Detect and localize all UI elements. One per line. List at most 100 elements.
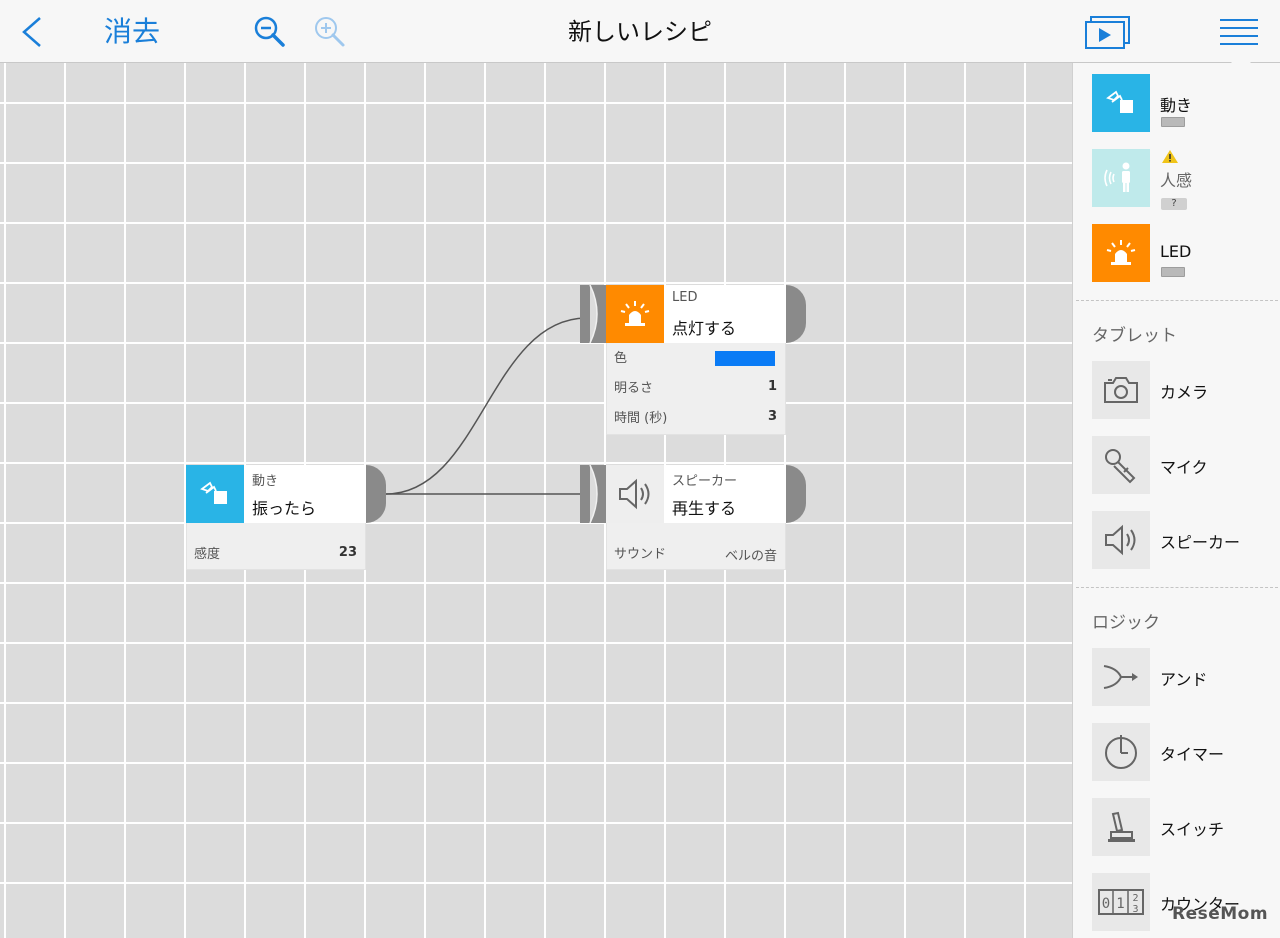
param-value: 23 bbox=[338, 545, 357, 560]
section-divider bbox=[1076, 300, 1278, 301]
param-row[interactable]: 感度 23 bbox=[187, 539, 365, 565]
warning-icon bbox=[1162, 150, 1178, 163]
input-port[interactable] bbox=[580, 285, 606, 343]
led-node-icon-box bbox=[606, 285, 664, 343]
item-label: カメラ bbox=[1160, 383, 1209, 402]
status-badge: ? bbox=[1161, 198, 1187, 210]
node-action: 再生する bbox=[672, 499, 737, 518]
param-label: 明るさ bbox=[614, 381, 654, 396]
device-item-led[interactable]: LED bbox=[1092, 224, 1272, 282]
battery-icon bbox=[1161, 267, 1185, 277]
recipe-canvas[interactable]: 動き 振ったら 感度 23 LED 点灯する 色 明るさ 1 時間 (秒) 3 … bbox=[0, 63, 1072, 938]
speaker-node-icon-box bbox=[606, 465, 664, 523]
color-swatch[interactable] bbox=[715, 351, 775, 366]
motion-node-icon-box bbox=[186, 465, 244, 523]
wire-motion-to-led bbox=[385, 317, 587, 495]
item-label: タイマー bbox=[1160, 745, 1225, 764]
speaker-icon bbox=[1105, 524, 1136, 556]
node-action: 点灯する bbox=[672, 319, 737, 338]
speaker-node[interactable]: スピーカー 再生する サウンド ベルの音 bbox=[580, 465, 806, 571]
device-item-motion[interactable]: 動き bbox=[1092, 74, 1272, 132]
clear-button[interactable]: 消去 bbox=[104, 14, 160, 50]
motion-node[interactable]: 動き 振ったら 感度 23 bbox=[186, 465, 386, 571]
device-label: LED bbox=[1160, 242, 1192, 261]
item-label: スピーカー bbox=[1160, 533, 1241, 552]
speaker-icon bbox=[619, 478, 650, 510]
and-merge-icon bbox=[1103, 665, 1138, 689]
svg-text:1: 1 bbox=[1116, 896, 1124, 912]
param-label: サウンド bbox=[614, 547, 667, 562]
motion-node-header[interactable]: 動き 振ったら bbox=[186, 465, 366, 523]
watermark: ReseMom bbox=[1172, 904, 1269, 924]
node-category: LED bbox=[672, 290, 698, 305]
zoom-in-icon[interactable] bbox=[312, 14, 348, 50]
item-icon-box bbox=[1092, 648, 1150, 706]
run-recipe-icon[interactable] bbox=[1082, 14, 1132, 52]
device-icon-box bbox=[1092, 74, 1150, 132]
page-title: 新しいレシピ bbox=[568, 18, 712, 46]
item-icon-box bbox=[1092, 511, 1150, 569]
tablet-item-speaker[interactable]: スピーカー bbox=[1092, 511, 1272, 569]
siren-icon bbox=[1106, 240, 1136, 265]
tablet-item-camera[interactable]: カメラ bbox=[1092, 361, 1272, 419]
param-label: 時間 (秒) bbox=[614, 411, 668, 426]
led-node-header[interactable]: LED 点灯する bbox=[606, 285, 786, 343]
parts-panel: 動き 人感 ? LED タブレット カメラ マイク スピーカー ロジック アンド… bbox=[1072, 53, 1280, 938]
tablet-item-microphone[interactable]: マイク bbox=[1092, 436, 1272, 494]
param-value: 3 bbox=[767, 409, 777, 424]
top-toolbar: 消去 新しいレシピ bbox=[0, 0, 1280, 63]
output-port[interactable] bbox=[786, 465, 806, 523]
param-row[interactable]: サウンド ベルの音 bbox=[607, 539, 785, 565]
item-label: スイッチ bbox=[1160, 820, 1225, 839]
timer-icon bbox=[1105, 735, 1137, 769]
speaker-node-header[interactable]: スピーカー 再生する bbox=[606, 465, 786, 523]
logic-item-timer[interactable]: タイマー bbox=[1092, 723, 1272, 781]
section-divider bbox=[1076, 587, 1278, 588]
output-port[interactable] bbox=[366, 465, 386, 523]
svg-text:0: 0 bbox=[1102, 896, 1110, 912]
node-action: 振ったら bbox=[252, 499, 317, 518]
param-row[interactable]: 色 bbox=[607, 343, 785, 369]
logic-item-switch[interactable]: スイッチ bbox=[1092, 798, 1272, 856]
zoom-out-icon[interactable] bbox=[252, 14, 288, 50]
output-port[interactable] bbox=[786, 285, 806, 343]
item-icon-box bbox=[1092, 723, 1150, 781]
param-value: 1 bbox=[767, 379, 777, 394]
motion-icon bbox=[1106, 90, 1133, 113]
logic-item-and[interactable]: アンド bbox=[1092, 648, 1272, 706]
param-row[interactable]: 時間 (秒) 3 bbox=[607, 403, 785, 429]
connection-wires bbox=[385, 317, 587, 495]
device-item-human-sensor[interactable]: 人感 ? bbox=[1092, 149, 1272, 210]
param-label: 感度 bbox=[194, 547, 221, 562]
svg-text:3: 3 bbox=[1132, 904, 1138, 915]
device-icon-box bbox=[1092, 224, 1150, 282]
input-port[interactable] bbox=[580, 465, 606, 523]
param-row[interactable]: 明るさ 1 bbox=[607, 373, 785, 399]
camera-icon bbox=[1104, 377, 1138, 403]
device-label: 動き bbox=[1160, 96, 1193, 115]
led-node-params[interactable]: 色 明るさ 1 時間 (秒) 3 bbox=[606, 343, 786, 435]
item-label: アンド bbox=[1160, 670, 1208, 689]
motion-icon bbox=[200, 481, 227, 504]
microphone-icon bbox=[1105, 449, 1136, 484]
menu-icon[interactable] bbox=[1216, 14, 1262, 52]
counter-icon: 0 1 2 3 bbox=[1098, 889, 1144, 915]
node-category: スピーカー bbox=[672, 474, 738, 489]
speaker-node-params[interactable]: サウンド ベルの音 bbox=[606, 523, 786, 570]
node-category: 動き bbox=[252, 474, 279, 489]
switch-icon bbox=[1108, 811, 1135, 842]
item-icon-box bbox=[1092, 436, 1150, 494]
panel-notch bbox=[1231, 53, 1251, 63]
back-chevron-icon[interactable] bbox=[16, 14, 50, 50]
param-label: 色 bbox=[614, 351, 628, 366]
device-label: 人感 bbox=[1160, 171, 1193, 190]
section-title-tablet: タブレット bbox=[1092, 326, 1177, 346]
item-icon-box bbox=[1092, 361, 1150, 419]
svg-text:2: 2 bbox=[1132, 893, 1138, 904]
item-icon-box: 0 1 2 3 bbox=[1092, 873, 1150, 931]
item-icon-box bbox=[1092, 798, 1150, 856]
motion-node-params[interactable]: 感度 23 bbox=[186, 523, 366, 570]
siren-icon bbox=[620, 301, 650, 326]
battery-icon bbox=[1161, 117, 1185, 127]
led-node[interactable]: LED 点灯する 色 明るさ 1 時間 (秒) 3 bbox=[580, 285, 806, 437]
